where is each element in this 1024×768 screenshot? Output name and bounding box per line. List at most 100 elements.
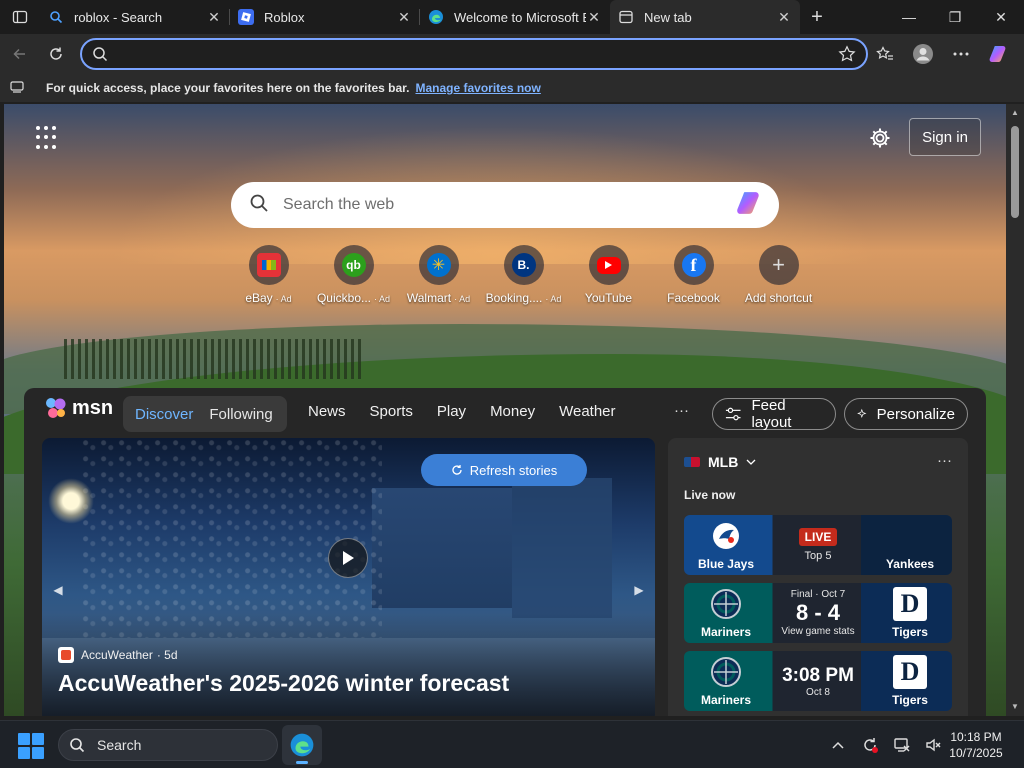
manage-favorites-link[interactable]: Manage favorites now — [415, 81, 540, 95]
carousel-prev-button[interactable]: ◀ — [46, 570, 70, 610]
network-icon[interactable] — [890, 733, 914, 757]
youtube-icon — [596, 256, 621, 274]
accuweather-icon — [58, 647, 74, 663]
refresh-icon — [452, 465, 462, 475]
taskbar-edge-button[interactable] — [282, 725, 322, 765]
game-status: 3:08 PM Oct 8 — [782, 664, 854, 698]
tab-title: Roblox — [264, 9, 305, 25]
web-search-input[interactable] — [283, 196, 735, 214]
nav-news[interactable]: News — [308, 403, 346, 420]
favorites-bar-icon — [10, 80, 24, 96]
msn-feed: msn Discover Following News Sports Play … — [24, 388, 986, 716]
live-badge: LIVE — [798, 528, 838, 546]
back-button[interactable] — [2, 38, 38, 70]
update-notification-icon[interactable] — [858, 733, 882, 757]
sports-more-button[interactable]: ··· — [937, 452, 952, 469]
shortcut-youtube[interactable]: YouTube — [566, 245, 651, 305]
tab-discover[interactable]: Discover — [125, 406, 203, 423]
taskbar-search[interactable]: Search — [58, 729, 278, 761]
msn-logo[interactable]: msn — [44, 396, 113, 420]
settings-gear-icon[interactable] — [868, 126, 892, 150]
back-arrow-icon — [13, 48, 25, 60]
web-search-box[interactable] — [231, 182, 779, 228]
walmart-icon: ✳ — [426, 253, 451, 277]
tab-actions-button[interactable] — [0, 0, 40, 34]
view-game-stats-link[interactable]: View game stats — [781, 626, 854, 637]
nav-money[interactable]: Money — [490, 403, 535, 420]
nav-weather[interactable]: Weather — [559, 403, 615, 420]
sign-in-button[interactable]: Sign in — [909, 118, 981, 156]
league-selector[interactable]: MLB — [684, 454, 756, 470]
quickbooks-icon: qb — [341, 253, 366, 277]
shortcut-add[interactable]: + Add shortcut — [736, 245, 821, 305]
shortcut-walmart[interactable]: ✳ Walmart · Ad — [396, 245, 481, 305]
carousel-next-button[interactable]: ▶ — [627, 570, 651, 610]
team-tigers: D Tigers — [892, 655, 928, 707]
tab-title: roblox - Search — [74, 9, 163, 25]
address-bar[interactable] — [80, 38, 868, 70]
profile-button[interactable] — [906, 38, 940, 70]
nav-more-button[interactable]: ··· — [674, 402, 689, 419]
nav-play[interactable]: Play — [437, 403, 466, 420]
personalize-button[interactable]: Personalize — [844, 398, 968, 430]
address-input[interactable] — [120, 46, 838, 62]
shortcut-facebook[interactable]: f Facebook — [651, 245, 736, 305]
source-name: AccuWeather — [81, 648, 153, 662]
tab-new-tab[interactable]: New tab ✕ — [610, 0, 800, 34]
shortcut-label: Quickbo... — [316, 291, 371, 305]
feed-layout-button[interactable]: Feed layout — [712, 397, 836, 431]
game-row[interactable]: Mariners Final · Oct 7 8 - 4 View game s… — [684, 583, 952, 643]
refresh-stories-button[interactable]: Refresh stories — [421, 454, 587, 486]
favorites-icon — [876, 46, 893, 60]
search-icon — [92, 46, 108, 62]
close-icon[interactable]: ✕ — [586, 9, 602, 25]
favorites-button[interactable] — [868, 38, 902, 70]
shortcut-ebay[interactable]: eBay · Ad — [226, 245, 311, 305]
toolbar-right — [868, 38, 1016, 70]
nav-sports[interactable]: Sports — [370, 403, 413, 420]
play-video-button[interactable] — [328, 538, 368, 578]
shortcut-label: Booking.... — [485, 291, 543, 305]
taskbar: Search 10:18 PM 10/7/2025 — [0, 720, 1024, 768]
page-scrollbar[interactable]: ▲ ▼ — [1006, 104, 1024, 716]
scroll-down-arrow-icon[interactable]: ▼ — [1010, 702, 1020, 712]
system-tray — [826, 733, 946, 757]
shortcut-booking[interactable]: B. Booking.... · Ad — [481, 245, 566, 305]
more-button[interactable] — [944, 38, 978, 70]
tab-roblox[interactable]: Roblox ✕ — [230, 0, 420, 34]
close-icon[interactable]: ✕ — [776, 9, 792, 25]
shortcuts-row: eBay · Ad qb Quickbo... · Ad ✳ Walmart · Ad… — [226, 245, 821, 305]
sparkle-icon — [857, 408, 867, 419]
close-icon[interactable]: ✕ — [396, 9, 412, 25]
copilot-icon[interactable] — [735, 188, 765, 223]
game-row[interactable]: Blue Jays LIVE Top 5 Yankees — [684, 515, 952, 575]
game-row[interactable]: Mariners 3:08 PM Oct 8 D Tigers — [684, 651, 952, 711]
shortcut-label: Walmart — [406, 291, 452, 305]
app-launcher-icon[interactable] — [36, 126, 60, 150]
minimize-button[interactable]: — — [886, 0, 932, 34]
refresh-button[interactable] — [38, 38, 74, 70]
shortcut-quickbooks[interactable]: qb Quickbo... · Ad — [311, 245, 396, 305]
favorite-star-icon[interactable] — [838, 45, 856, 63]
copilot-button[interactable] — [982, 38, 1016, 70]
chevron-down-icon — [746, 459, 756, 465]
close-icon[interactable]: ✕ — [206, 9, 222, 25]
tab-following[interactable]: Following — [203, 406, 278, 423]
clock[interactable]: 10:18 PM 10/7/2025 — [936, 729, 1016, 761]
start-button[interactable] — [16, 731, 46, 761]
scroll-up-arrow-icon[interactable]: ▲ — [1010, 108, 1020, 118]
team-tigers: D Tigers — [892, 587, 928, 639]
tab-roblox-search[interactable]: roblox - Search ✕ — [40, 0, 230, 34]
new-tab-button[interactable]: + — [800, 0, 834, 34]
ad-label: · Ad — [545, 294, 562, 304]
team-yankees: Yankees — [885, 557, 935, 571]
hero-story-card[interactable]: Refresh stories ◀ ▶ AccuWeather · 5d Acc… — [42, 438, 655, 716]
maximize-button[interactable]: ❐ — [932, 0, 978, 34]
scrollbar-thumb[interactable] — [1011, 126, 1019, 218]
tab-welcome-edge[interactable]: Welcome to Microsoft E ✕ — [420, 0, 610, 34]
sliders-icon — [725, 407, 741, 421]
close-window-button[interactable]: ✕ — [978, 0, 1024, 34]
story-headline[interactable]: AccuWeather's 2025-2026 winter forecast — [58, 670, 509, 697]
chevron-up-icon[interactable] — [826, 733, 850, 757]
roblox-icon — [238, 9, 254, 25]
